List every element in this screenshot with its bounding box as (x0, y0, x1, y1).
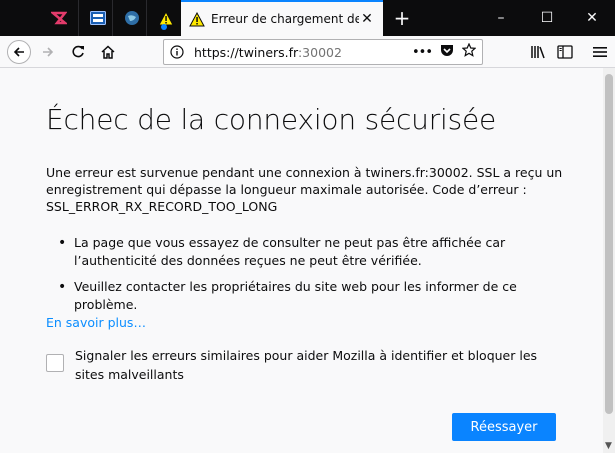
close-tab-icon[interactable]: ✕ (359, 11, 375, 27)
error-description: Une erreur est survenue pendant une conn… (46, 165, 563, 214)
tab-active[interactable]: Erreur de chargement de la pag ✕ (181, 0, 383, 36)
hamburger-menu-icon (593, 47, 607, 57)
url-host: https://twiners.fr (194, 44, 298, 60)
back-button[interactable] (7, 40, 31, 64)
library-button[interactable] (526, 40, 550, 64)
app-logo-icon (51, 11, 67, 25)
navigation-bar: https://twiners.fr:30002 ••• (0, 36, 615, 68)
reload-icon (72, 45, 84, 58)
info-icon[interactable] (170, 45, 184, 59)
scrollbar-thumb[interactable] (605, 74, 613, 414)
maximize-button[interactable]: ☐ (524, 0, 570, 36)
page-actions-menu-icon[interactable]: ••• (412, 45, 433, 60)
home-button[interactable] (96, 40, 120, 64)
home-icon (101, 45, 115, 59)
bookmark-star-icon[interactable] (461, 42, 477, 61)
globe-icon (125, 11, 139, 25)
reload-button[interactable] (66, 40, 90, 64)
page-title: Échec de la connexion sécurisée (46, 103, 497, 136)
new-tab-button[interactable]: + (389, 0, 415, 36)
pocket-icon[interactable] (440, 44, 454, 61)
close-window-button[interactable]: ✕ (569, 0, 615, 36)
tab-title: Erreur de chargement de la pag (211, 12, 359, 26)
arrow-right-icon (43, 47, 54, 57)
tab-strip: Erreur de chargement de la pag ✕ + – ☐ ✕ (0, 0, 615, 36)
error-bullet-list: La page que vous essayez de consulter ne… (46, 234, 576, 322)
list-item: Veuillez contacter les propriétaires du … (46, 278, 576, 314)
keyboard-icon (90, 11, 106, 25)
library-icon (531, 46, 545, 59)
pinned-tab-1[interactable] (40, 0, 78, 36)
url-port: :30002 (297, 44, 342, 60)
scroll-down-arrow-icon[interactable]: ▼ (605, 441, 612, 451)
report-errors-label[interactable]: Signaler les erreurs similaires pour aid… (75, 346, 555, 384)
error-page: Échec de la connexion sécurisée Une erre… (0, 68, 603, 453)
vertical-scrollbar[interactable]: ▼ (603, 68, 615, 453)
learn-more-link[interactable]: En savoir plus… (46, 315, 146, 330)
retry-button[interactable]: Réessayer (452, 413, 556, 441)
arrow-left-icon (13, 47, 24, 57)
address-bar[interactable]: https://twiners.fr:30002 ••• (163, 39, 483, 65)
minimize-button[interactable]: – (478, 0, 524, 36)
sidebar-toggle-button[interactable] (553, 40, 577, 64)
report-errors-checkbox[interactable] (46, 354, 64, 372)
sidebar-icon (557, 45, 573, 59)
warning-icon (189, 11, 205, 26)
warning-icon (158, 10, 174, 25)
list-item: La page que vous essayez de consulter ne… (46, 234, 576, 270)
menu-button[interactable] (588, 40, 612, 64)
forward-button[interactable] (36, 40, 60, 64)
url-text[interactable]: https://twiners.fr:30002 (194, 45, 404, 60)
pinned-tab-4[interactable] (146, 0, 185, 36)
tab-attention-dot (161, 24, 167, 30)
